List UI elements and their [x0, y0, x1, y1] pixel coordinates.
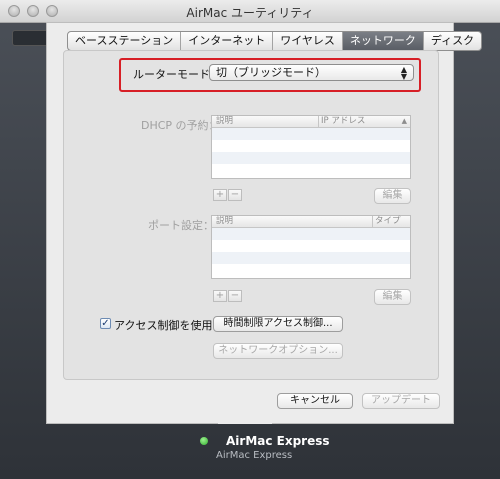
port-edit-button[interactable]: 編集	[374, 289, 411, 305]
dhcp-remove-button[interactable]: −	[228, 189, 242, 201]
tab-base-station[interactable]: ベースステーション	[68, 32, 182, 50]
dhcp-col-description: 説明	[216, 116, 234, 126]
network-options-button[interactable]: ネットワークオプション...	[213, 343, 343, 359]
table-row	[212, 252, 410, 264]
router-mode-label: ルーターモード：	[133, 68, 221, 81]
table-row	[212, 228, 410, 240]
tab-wireless[interactable]: ワイヤレス	[273, 32, 343, 50]
tab-network[interactable]: ネットワーク	[342, 32, 424, 50]
sort-up-icon: ▲	[401, 117, 407, 125]
title-bar: AirMac ユーティリティ	[0, 0, 500, 23]
tab-bar: ベースステーション インターネット ワイヤレス ネットワーク ディスク	[67, 31, 483, 51]
dhcp-add-button[interactable]: +	[213, 189, 227, 201]
port-add-button[interactable]: +	[213, 290, 227, 302]
router-mode-popup[interactable]: 切（ブリッジモード） ▲ ▼	[209, 64, 414, 81]
port-table[interactable]: 説明 タイプ	[211, 215, 411, 279]
port-col-description: 説明	[216, 216, 234, 226]
dhcp-label: DHCP の予約：	[141, 119, 220, 132]
access-control-label: アクセス制御を使用：	[114, 319, 224, 332]
port-label: ポート設定：	[148, 219, 214, 232]
dhcp-table-header: 説明 IP アドレス ▲	[212, 116, 410, 128]
device-subtitle: AirMac Express	[216, 450, 293, 461]
tab-disk[interactable]: ディスク	[424, 32, 481, 50]
device-name: AirMac Express	[226, 434, 330, 448]
cancel-button[interactable]: キャンセル	[277, 393, 353, 409]
dhcp-edit-button[interactable]: 編集	[374, 188, 411, 204]
dhcp-col-ip: IP アドレス	[318, 116, 365, 127]
access-control-checkbox[interactable]: ✓	[100, 318, 111, 329]
airmac-utility-window: AirMac ユーティリティ ベースステーション インターネット ワイヤレス ネ…	[0, 0, 500, 479]
table-row	[212, 128, 410, 140]
port-table-header: 説明 タイプ	[212, 216, 410, 228]
port-remove-button[interactable]: −	[228, 290, 242, 302]
settings-sheet: ベースステーション インターネット ワイヤレス ネットワーク ディスク ルーター…	[46, 22, 483, 424]
table-row	[212, 152, 410, 164]
sheet-notch	[218, 398, 272, 424]
updown-arrows-icon: ▲ ▼	[400, 65, 408, 81]
router-mode-value: 切（ブリッジモード）	[216, 66, 326, 79]
tab-internet[interactable]: インターネット	[181, 32, 274, 50]
window-title: AirMac ユーティリティ	[186, 6, 314, 20]
timed-access-button[interactable]: 時間制限アクセス制御...	[213, 316, 343, 332]
port-col-type: タイプ	[372, 216, 401, 227]
status-indicator-icon	[200, 437, 208, 445]
update-button[interactable]: アップデート	[362, 393, 440, 409]
dhcp-table[interactable]: 説明 IP アドレス ▲	[211, 115, 411, 179]
